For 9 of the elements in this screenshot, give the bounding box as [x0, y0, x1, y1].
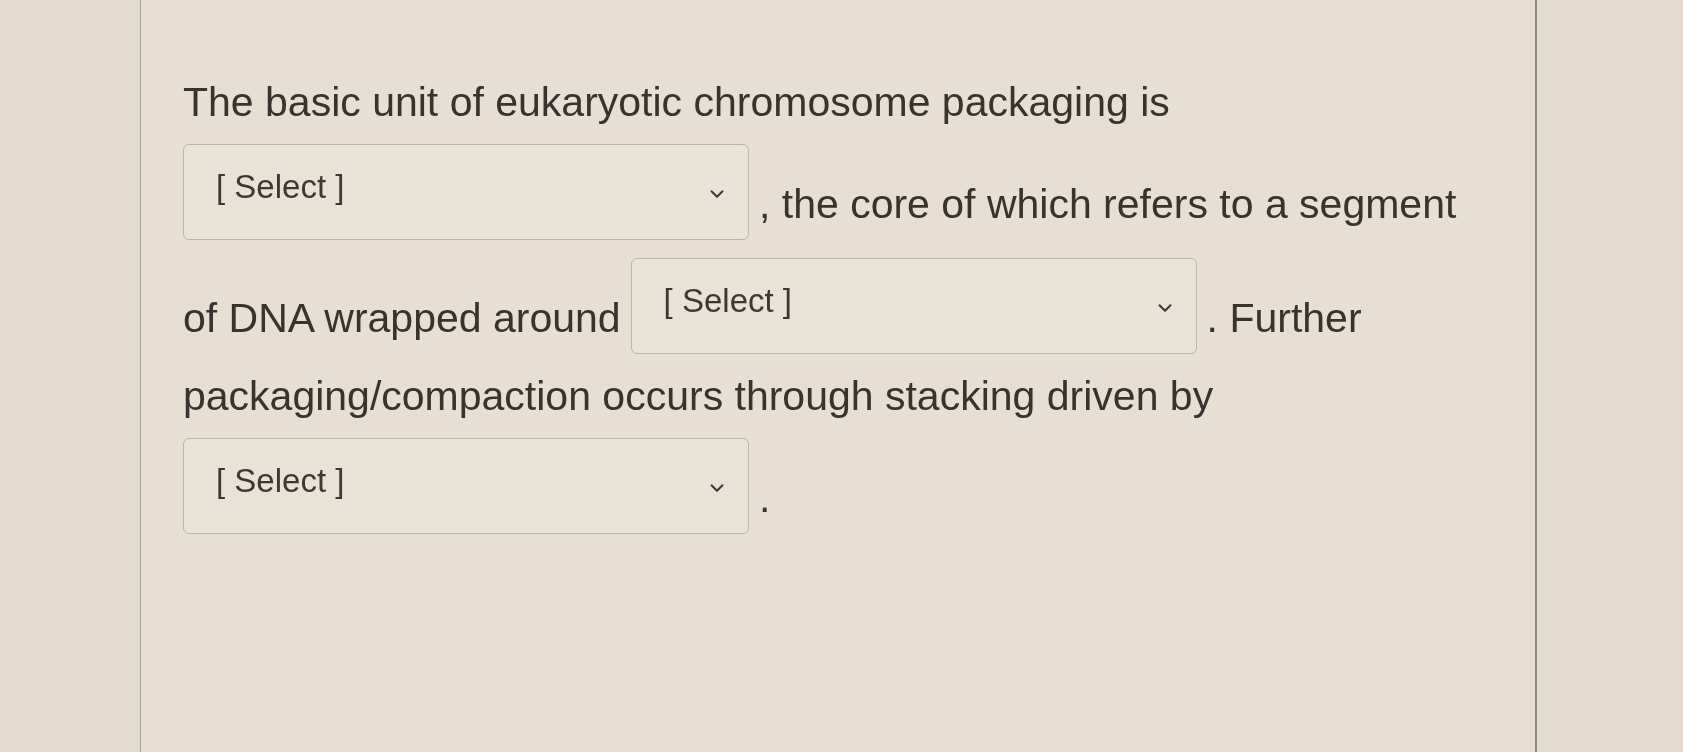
question-text: The basic unit of eukaryotic chromosome packaging is — [183, 78, 1170, 126]
question-text: . Further — [1206, 294, 1362, 343]
dropdown-select[interactable]: [ Select ] — [183, 438, 749, 534]
question-text: . — [759, 474, 771, 523]
question-text: packaging/compaction occurs through stacking driven by — [183, 372, 1214, 420]
dropdown-select[interactable]: [ Select ] — [630, 258, 1197, 354]
dropdown-select[interactable]: [ Select ] — [183, 144, 749, 240]
question-text: of DNA wrapped around — [183, 294, 621, 343]
question-text: , the core of which refers to a segment — [759, 180, 1457, 229]
